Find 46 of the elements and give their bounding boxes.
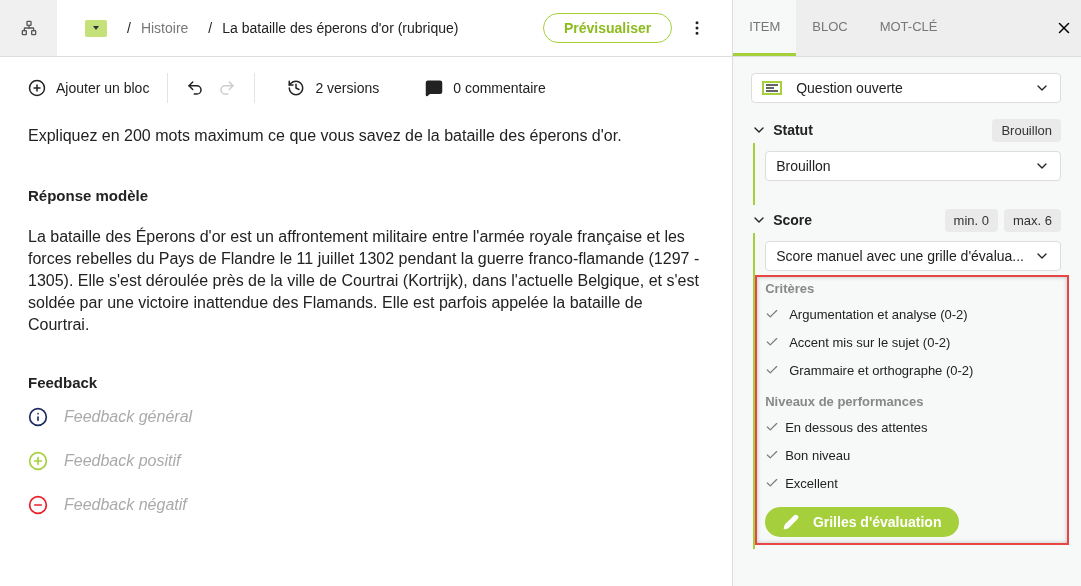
minus-circle-icon: [28, 495, 48, 515]
breadcrumb-separator: /: [208, 20, 213, 36]
tab[interactable]: ITEM: [733, 0, 797, 56]
feedback-field[interactable]: Feedback positif: [64, 452, 464, 470]
section-toggle[interactable]: Score: [751, 212, 813, 228]
plus-circle-icon: [28, 79, 46, 97]
list-text: Bon niveau: [785, 447, 851, 463]
min-score-badge: min. 0: [944, 208, 998, 232]
folder-button[interactable]: [85, 19, 107, 37]
tab[interactable]: BLOC: [796, 0, 864, 56]
undo-icon[interactable]: [186, 79, 205, 97]
section-toggle[interactable]: Statut: [751, 122, 813, 138]
pencil-icon: [782, 514, 799, 530]
comments-button[interactable]: 0 commentaire: [425, 79, 546, 97]
feedback-field[interactable]: Feedback général: [64, 408, 464, 426]
breadcrumb-link[interactable]: Histoire: [140, 20, 189, 36]
max-score-badge: max. 6: [1004, 208, 1061, 232]
score-select[interactable]: Score manuel avec une grille d'évalua...: [765, 241, 1061, 271]
plus-circle-icon: [28, 451, 48, 471]
breadcrumb-separator: /: [127, 20, 131, 36]
subsection-title: Critères: [765, 281, 816, 296]
section-title: Réponse modèle: [28, 187, 150, 204]
list-text: Argumentation et analyse (0-2): [789, 306, 968, 322]
comment-icon: [425, 79, 444, 97]
item-type-select[interactable]: Question ouverte: [751, 73, 1061, 103]
subsection-title: Niveaux de performances: [765, 394, 925, 409]
list-text: Accent mis sur le sujet (0-2): [789, 334, 951, 350]
tree-view-button[interactable]: [0, 0, 57, 56]
text-lines-icon: [762, 81, 783, 95]
caret-icon: [93, 26, 99, 30]
model-answer-text: La bataille des Éperons d'or est un affrontement militaire entre l'armée royale française et les forces rebelles du Pays de Flandre le 11 juillet 1302 pendant la guerre franco-flamande (1297 - 1305). Elle s'est déroulée près de la ville de Courtrai (Kortrijk), dans l'actuelle Belgique, et s'est soldée par une victoire inattendue des Flamands. Elle est parfois appelée la bataille de Courtrai.: [28, 226, 701, 335]
hierarchy-icon: [20, 20, 37, 36]
tab[interactable]: MOT-CLÉ: [863, 0, 954, 56]
history-icon: [287, 79, 306, 97]
section-title: Feedback: [28, 374, 99, 391]
status-select[interactable]: Brouillon: [765, 151, 1061, 181]
list-text: Excellent: [785, 475, 838, 491]
versions-button[interactable]: 2 versions: [287, 79, 380, 97]
info-icon: [28, 407, 48, 427]
add-block-button[interactable]: Ajouter un bloc: [28, 79, 150, 97]
question-text: Expliquez en 200 mots maximum ce que vous savez de la bataille des éperons d'or.: [28, 126, 623, 146]
breadcrumb-current: La bataille des éperons d'or (rubrique): [222, 20, 459, 36]
status-badge: Brouillon: [992, 118, 1061, 142]
list-text: Grammaire et orthographe (0-2): [789, 362, 974, 378]
list-text: En dessous des attentes: [785, 419, 928, 435]
feedback-field[interactable]: Feedback négatif: [64, 496, 464, 514]
